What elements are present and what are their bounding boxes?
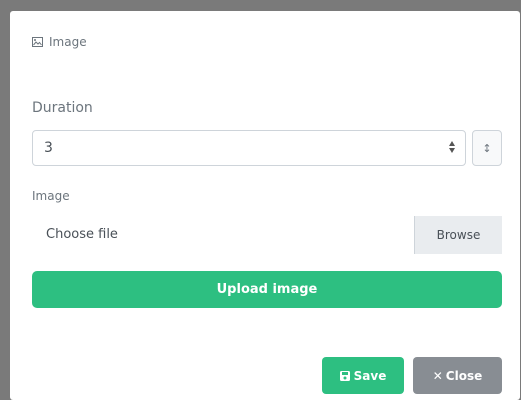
spinner-down-icon[interactable] bbox=[449, 148, 455, 153]
file-placeholder: Choose file bbox=[46, 227, 118, 242]
image-icon bbox=[32, 37, 43, 47]
duration-value: 3 bbox=[44, 140, 53, 156]
close-button[interactable]: ✕ Close bbox=[413, 357, 502, 394]
save-button[interactable]: Save bbox=[322, 357, 404, 394]
floppy-icon bbox=[339, 370, 350, 381]
image-modal: Image Duration 3 ↕ Image Choose file Bro… bbox=[10, 11, 520, 400]
close-label: Close bbox=[445, 368, 483, 383]
close-icon: ✕ bbox=[432, 368, 443, 383]
image-file-input[interactable]: Choose file Browse bbox=[32, 216, 502, 254]
image-label: Image bbox=[32, 189, 70, 203]
modal-header: Image bbox=[32, 35, 87, 49]
upload-image-button[interactable]: Upload image bbox=[32, 271, 502, 308]
sort-icon: ↕ bbox=[482, 141, 492, 155]
duration-side-button[interactable]: ↕ bbox=[472, 130, 502, 166]
modal-title: Image bbox=[49, 35, 87, 49]
save-label: Save bbox=[353, 368, 387, 383]
browse-button[interactable]: Browse bbox=[414, 216, 502, 254]
duration-input[interactable]: 3 bbox=[32, 130, 466, 166]
spinner-up-icon[interactable] bbox=[449, 141, 455, 146]
duration-label: Duration bbox=[32, 100, 93, 116]
duration-spinner[interactable] bbox=[449, 141, 455, 153]
